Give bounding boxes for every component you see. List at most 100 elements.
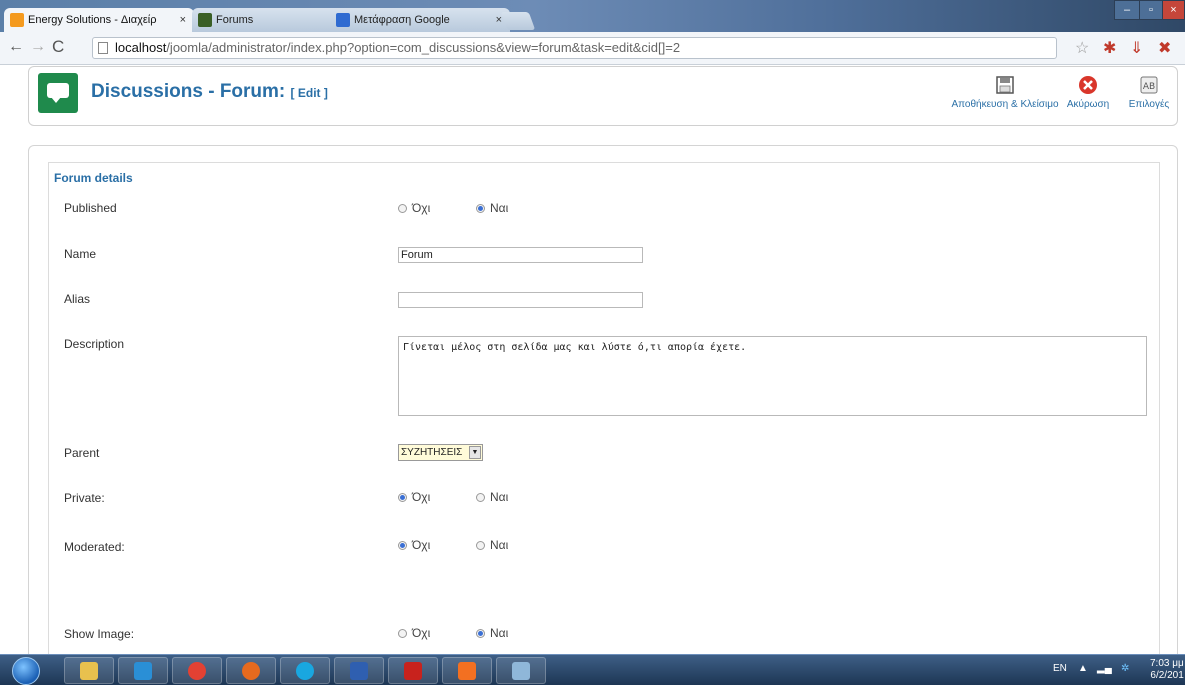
minimize-button[interactable]: – [1114,0,1140,20]
address-bar[interactable]: localhost/joomla/administrator/index.php… [92,37,1057,59]
radio-label: Ναι [490,626,509,640]
save-close-button[interactable]: Αποθήκευση & Κλείσιμο [949,75,1061,110]
language-indicator[interactable]: EN [1053,663,1067,674]
signal-icon[interactable]: ▂▄ [1097,663,1112,674]
name-label: Name [64,247,97,261]
radio-dot [476,204,485,213]
cancel-button[interactable]: Ακύρωση [1063,75,1113,110]
published-no-radio[interactable]: Όχι [398,201,430,215]
tray-arrow-icon[interactable]: ▲ [1078,663,1088,674]
parent-label: Parent [64,446,100,460]
back-arrow-icon[interactable]: ← [8,38,24,56]
radio-dot [398,541,407,550]
radio-dot [398,629,407,638]
forums-favicon-icon [198,13,212,27]
radio-dot [476,493,485,502]
forward-arrow-icon[interactable]: → [30,38,46,56]
svg-text:AB: AB [1143,82,1155,92]
google-translate-favicon-icon [336,13,350,27]
media-player-taskbar-button[interactable] [118,657,168,684]
network-icon[interactable]: ✲ [1121,663,1129,674]
browser-toolbar: ← → C localhost/joomla/administrator/ind… [0,32,1185,65]
save-close-label: Αποθήκευση & Κλείσιμο [951,99,1059,110]
firefox-icon [242,662,260,680]
radio-label: Ναι [490,490,509,504]
clock[interactable]: 7:03 μμ 6/2/201 [1150,658,1184,682]
media-player-icon [134,662,152,680]
reload-icon[interactable]: C [52,37,64,57]
options-button[interactable]: AB Επιλογές [1123,75,1175,110]
edit-tag: [ Edit ] [290,86,328,100]
firefox-taskbar-button[interactable] [226,657,276,684]
private-label: Private: [64,491,105,505]
show-image-label: Show Image: [64,627,135,641]
name-input[interactable]: Forum [398,247,643,263]
joomla-favicon-icon [10,13,24,27]
xampp-taskbar-button[interactable] [442,657,492,684]
paint-icon [512,662,530,680]
radio-label: Όχι [412,490,431,504]
clock-date: 6/2/201 [1150,670,1184,681]
moderated-no-radio[interactable]: Όχι [398,538,430,552]
star-bookmark-icon[interactable]: ☆ [1075,38,1089,58]
parent-select-value: ΣΥΖΗΤΗΣΕΙΣ [401,447,463,458]
tab-google-translate[interactable]: Μετάφραση Google × [330,8,510,32]
description-label: Description [64,337,125,351]
options-icon: AB [1140,76,1158,94]
extension-icon[interactable]: ✱ [1103,38,1116,58]
alias-input[interactable] [398,292,643,308]
parent-select[interactable]: ΣΥΖΗΤΗΣΕΙΣ ▼ [398,444,483,461]
radio-dot [476,541,485,550]
new-tab-button[interactable] [500,12,536,30]
published-label: Published [64,201,117,215]
cancel-label: Ακύρωση [1066,99,1110,110]
close-window-button[interactable]: × [1162,0,1185,20]
moderated-yes-radio[interactable]: Ναι [476,538,508,552]
cancel-icon [1079,76,1097,94]
description-textarea[interactable]: Γίνεται μέλος στη σελίδα μας και λύστε ό… [398,336,1147,416]
show-image-no-radio[interactable]: Όχι [398,626,430,640]
paint-taskbar-button[interactable] [496,657,546,684]
private-yes-radio[interactable]: Ναι [476,490,508,504]
radio-label: Όχι [412,538,431,552]
page-icon [98,42,108,54]
word-taskbar-button[interactable] [334,657,384,684]
tab-title: Forums [216,14,254,26]
word-icon [350,662,368,680]
options-label: Επιλογές [1128,99,1170,110]
save-icon [996,76,1014,94]
url-host: localhost [115,40,167,55]
download-extension-icon[interactable]: ⇓ [1130,38,1143,58]
maximize-button[interactable]: ▫ [1139,0,1163,20]
folder-icon [80,662,98,680]
component-header: Discussions - Forum: [ Edit ] Αποθήκευση… [28,66,1178,126]
tab-energy-solutions[interactable]: Energy Solutions - Διαχείρ × [4,8,194,32]
show-image-yes-radio[interactable]: Ναι [476,626,508,640]
published-yes-radio[interactable]: Ναι [476,201,508,215]
tab-title: Energy Solutions - Διαχείρ [28,14,157,26]
radio-dot [398,493,407,502]
close-tab-icon[interactable]: × [180,8,186,32]
chrome-icon [188,662,206,680]
radio-dot [398,204,407,213]
fieldset-legend: Forum details [54,171,133,185]
skype-taskbar-button[interactable] [280,657,330,684]
xampp-icon [458,662,476,680]
radio-dot [476,629,485,638]
clock-time: 7:03 μμ [1150,658,1184,669]
extension-x-icon[interactable]: ✖ [1158,38,1171,58]
discussions-logo-icon [38,73,78,113]
start-button[interactable] [12,657,40,685]
explorer-taskbar-button[interactable] [64,657,114,684]
private-no-radio[interactable]: Όχι [398,490,430,504]
skype-icon [296,662,314,680]
acrobat-icon [404,662,422,680]
alias-label: Alias [64,292,91,306]
url-path: /joomla/administrator/index.php?option=c… [166,40,681,55]
chevron-down-icon: ▼ [469,446,481,459]
acrobat-taskbar-button[interactable] [388,657,438,684]
chrome-taskbar-button[interactable] [172,657,222,684]
page-title-text: Discussions - Forum: [91,81,286,102]
radio-label: Όχι [412,201,431,215]
moderated-label: Moderated: [64,540,125,554]
